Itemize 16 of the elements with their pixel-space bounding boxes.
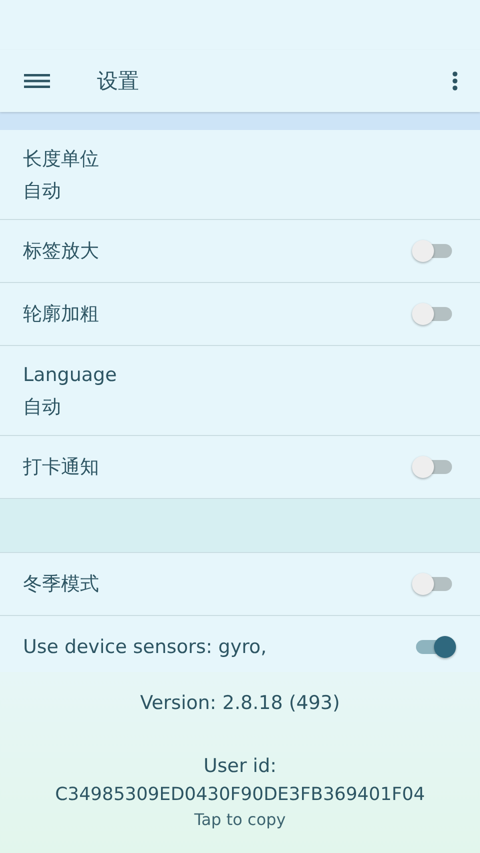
setting-title: Language [23,362,117,386]
user-id-text[interactable]: C34985309ED0430F90DE3FB369401F04 [55,783,425,807]
setting-title: 轮廓加粗 [23,302,100,326]
setting-value: 自动 [23,394,62,418]
copy-hint: Tap to copy [194,810,286,830]
more-options-icon[interactable] [450,71,460,91]
screen-title: 设置 [97,68,139,95]
setting-value: 自动 [23,178,62,202]
user-id-label: User id: [203,754,277,778]
setting-title: 冬季模式 [23,572,100,596]
setting-title: 标签放大 [23,239,100,263]
version-text: Version: 2.8.18 (493) [140,691,340,715]
setting-title: 长度单位 [23,146,99,170]
menu-icon[interactable] [24,71,50,91]
setting-title: Use device sensors: gyro, [23,635,268,659]
setting-title: 打卡通知 [23,455,100,479]
